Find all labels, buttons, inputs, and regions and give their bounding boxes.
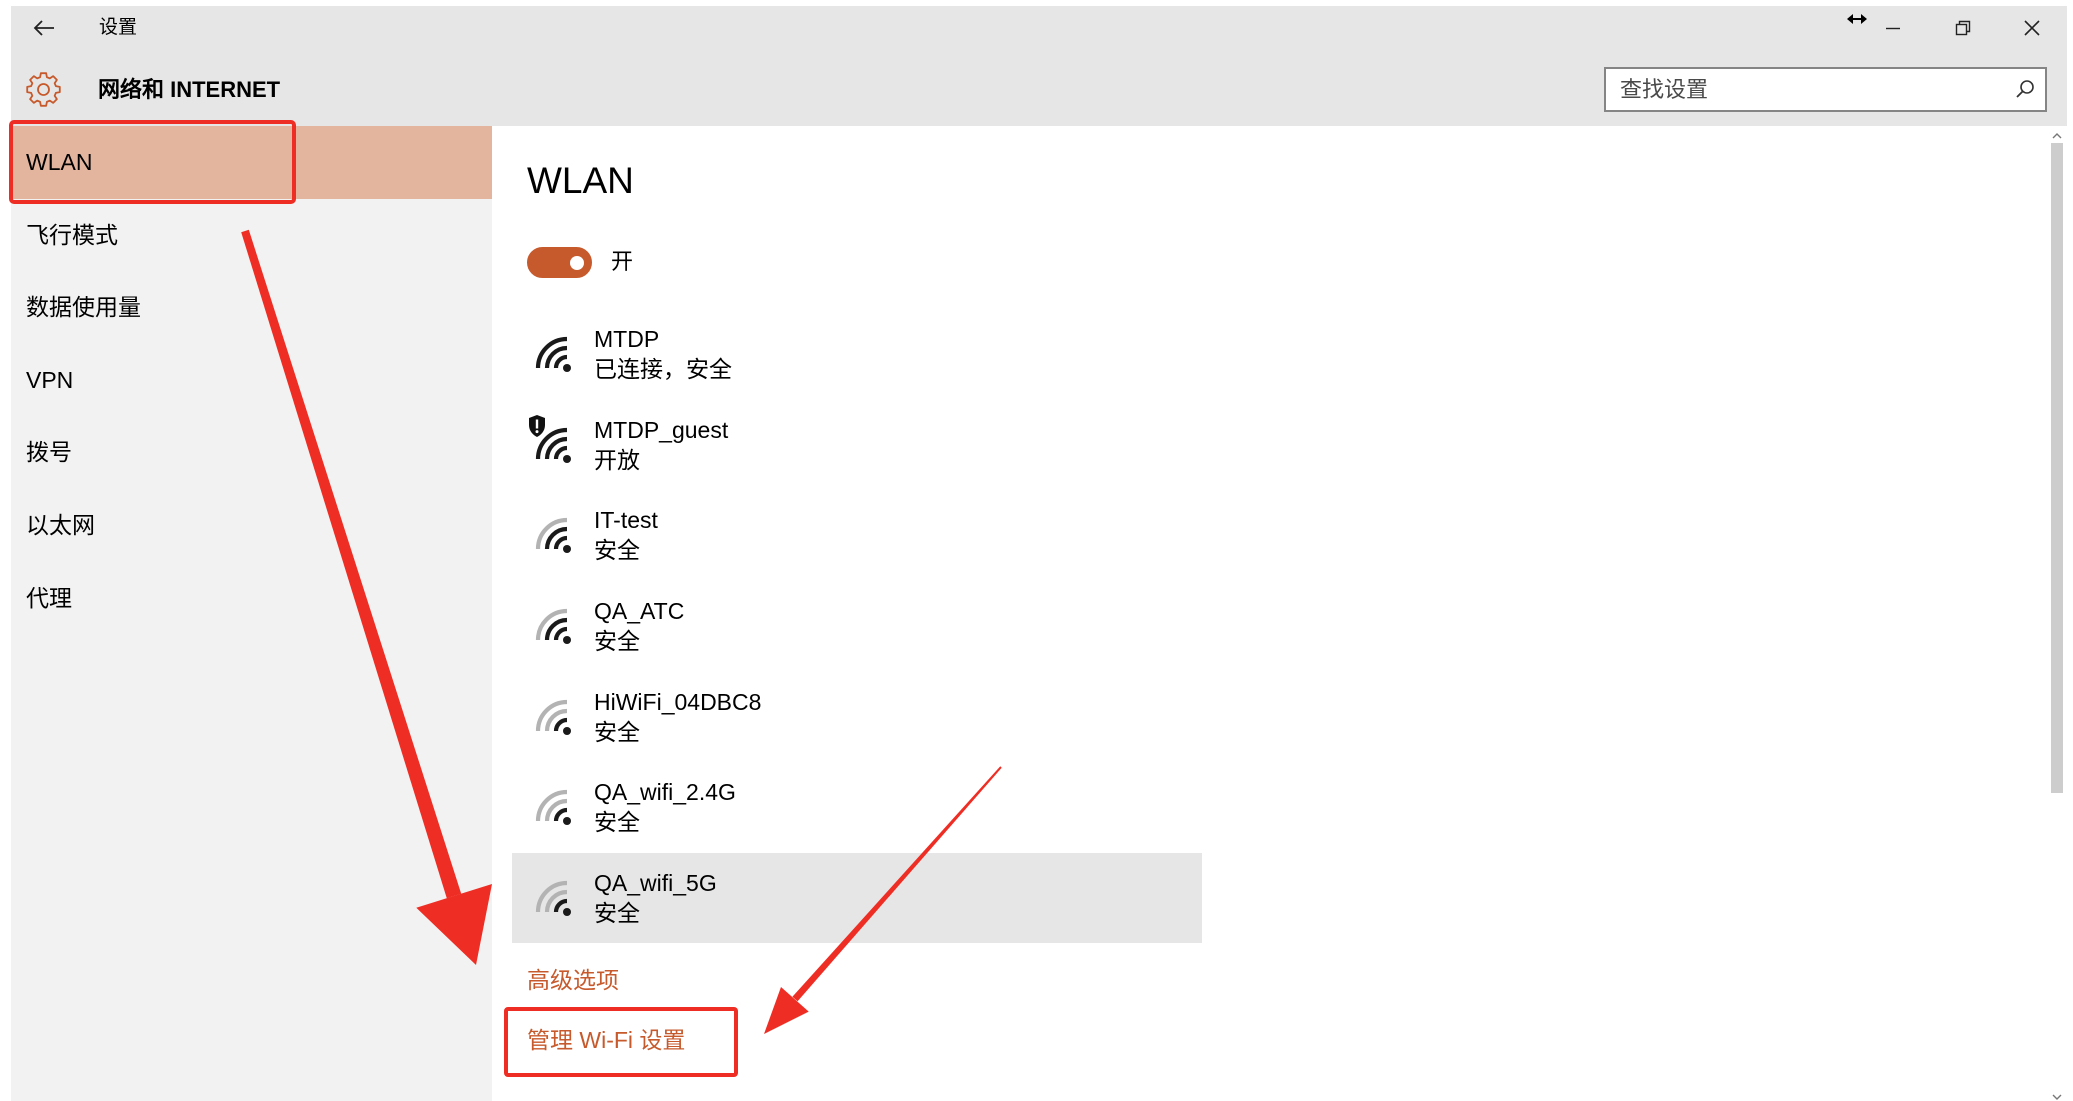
sidebar: WLAN 飞行模式 数据使用量 VPN 拨号 以太网 代理 [11,126,492,1101]
wifi-signal-icon [531,785,575,829]
network-status: 安全 [594,899,640,926]
signal-dot [563,364,571,373]
settings-window: 设置 网络和 INTERNET 查找设置 WLAN 飞行模式 数据使用量 VPN… [11,6,2067,1101]
page-title: 网络和 INTERNET [98,77,281,102]
network-item-hiwifi-04dbc8[interactable]: HiWiFi_04DBC8 安全 [512,671,1202,762]
back-arrow-icon[interactable] [29,13,59,43]
wifi-signal-glyph [535,337,571,373]
network-item-mtdp[interactable]: MTDP 已连接，安全 [512,309,1202,400]
search-input[interactable] [1606,69,1996,110]
resize-cursor-icon [1847,12,1867,24]
toggle-knob [570,255,584,270]
wifi-signal-glyph [535,608,571,645]
network-name: IT-test [594,507,658,534]
sidebar-item-label: 飞行模式 [26,221,118,248]
sidebar-item-airplane-mode[interactable]: 飞行模式 [11,199,492,272]
network-name: MTDP_guest [594,416,729,443]
sidebar-item-proxy[interactable]: 代理 [11,562,492,635]
scrollbar[interactable] [2049,126,2065,1101]
network-status: 安全 [594,628,640,655]
signal-dot [563,545,571,554]
network-status: 安全 [594,537,640,564]
wifi-signal-icon [531,604,575,648]
network-name: QA_wifi_2.4G [594,779,736,806]
wifi-signal-icon [531,876,575,920]
sidebar-item-dial-up[interactable]: 拨号 [11,416,492,489]
wifi-signal-glyph [535,790,571,826]
wifi-toggle-label: 开 [611,249,634,274]
sidebar-item-vpn[interactable]: VPN [11,344,492,417]
section-title: WLAN [527,160,634,201]
wifi-signal-glyph [535,880,571,916]
sidebar-item-label: VPN [26,366,74,393]
scroll-down-icon[interactable] [2051,1089,2063,1100]
page-header: 网络和 INTERNET [11,53,2067,126]
sidebar-item-wlan[interactable]: WLAN [11,126,492,199]
search-box[interactable] [1604,67,2047,112]
signal-dot [563,817,571,826]
main-content: WLAN 开 MTDP 已连接，安全 MTDP_guest 开放 IT-test… [492,126,2047,1101]
network-item-qa-wifi-5g[interactable]: QA_wifi_5G 安全 [512,852,1202,944]
signal-dot [563,636,571,645]
restore-icon[interactable] [1947,12,1979,44]
network-item-qa-wifi-2-4g[interactable]: QA_wifi_2.4G 安全 [512,762,1202,853]
network-name: MTDP [594,326,660,353]
close-icon[interactable] [2016,12,2048,44]
network-name: HiWiFi_04DBC8 [594,688,762,715]
scrollbar-thumb[interactable] [2051,143,2063,793]
sidebar-item-label: 以太网 [26,511,95,538]
wifi-signal-icon [531,513,575,557]
wifi-signal-icon [529,414,575,467]
network-name: QA_wifi_5G [594,869,717,896]
sidebar-item-label: 数据使用量 [26,294,141,321]
sidebar-item-ethernet[interactable]: 以太网 [11,489,492,562]
wifi-signal-icon [531,332,575,376]
window-title: 设置 [99,17,138,38]
sidebar-item-label: WLAN [26,149,93,175]
network-status: 安全 [594,718,640,745]
wifi-toggle[interactable] [527,247,592,278]
signal-dot [563,726,571,735]
advanced-options-link[interactable]: 高级选项 [527,965,619,995]
sidebar-item-label: 拨号 [26,439,72,466]
signal-dot [563,454,571,463]
shield-warning-icon [527,414,547,438]
network-item-qa-atc[interactable]: QA_ATC 安全 [512,581,1202,672]
network-list: MTDP 已连接，安全 MTDP_guest 开放 IT-test 安全 QA_… [512,309,1202,944]
wifi-signal-icon [531,695,575,739]
search-icon[interactable] [2014,78,2036,100]
network-status: 已连接，安全 [594,356,732,383]
signal-dot [563,907,571,916]
network-status: 开放 [594,446,640,473]
title-bar: 设置 [11,6,2067,53]
wifi-signal-glyph [535,699,571,735]
wifi-signal-glyph [535,518,571,554]
network-item-it-test[interactable]: IT-test 安全 [512,490,1202,581]
sidebar-item-label: 代理 [26,584,72,611]
sidebar-item-data-usage[interactable]: 数据使用量 [11,271,492,344]
gear-icon [25,71,62,108]
scroll-up-icon[interactable] [2051,128,2063,139]
network-status: 安全 [594,809,640,836]
manage-wifi-settings-link[interactable]: 管理 Wi-Fi 设置 [527,1025,685,1055]
minimize-icon[interactable] [1877,12,1909,44]
network-name: QA_ATC [594,598,685,625]
network-item-mtdp-guest[interactable]: MTDP_guest 开放 [512,400,1202,491]
